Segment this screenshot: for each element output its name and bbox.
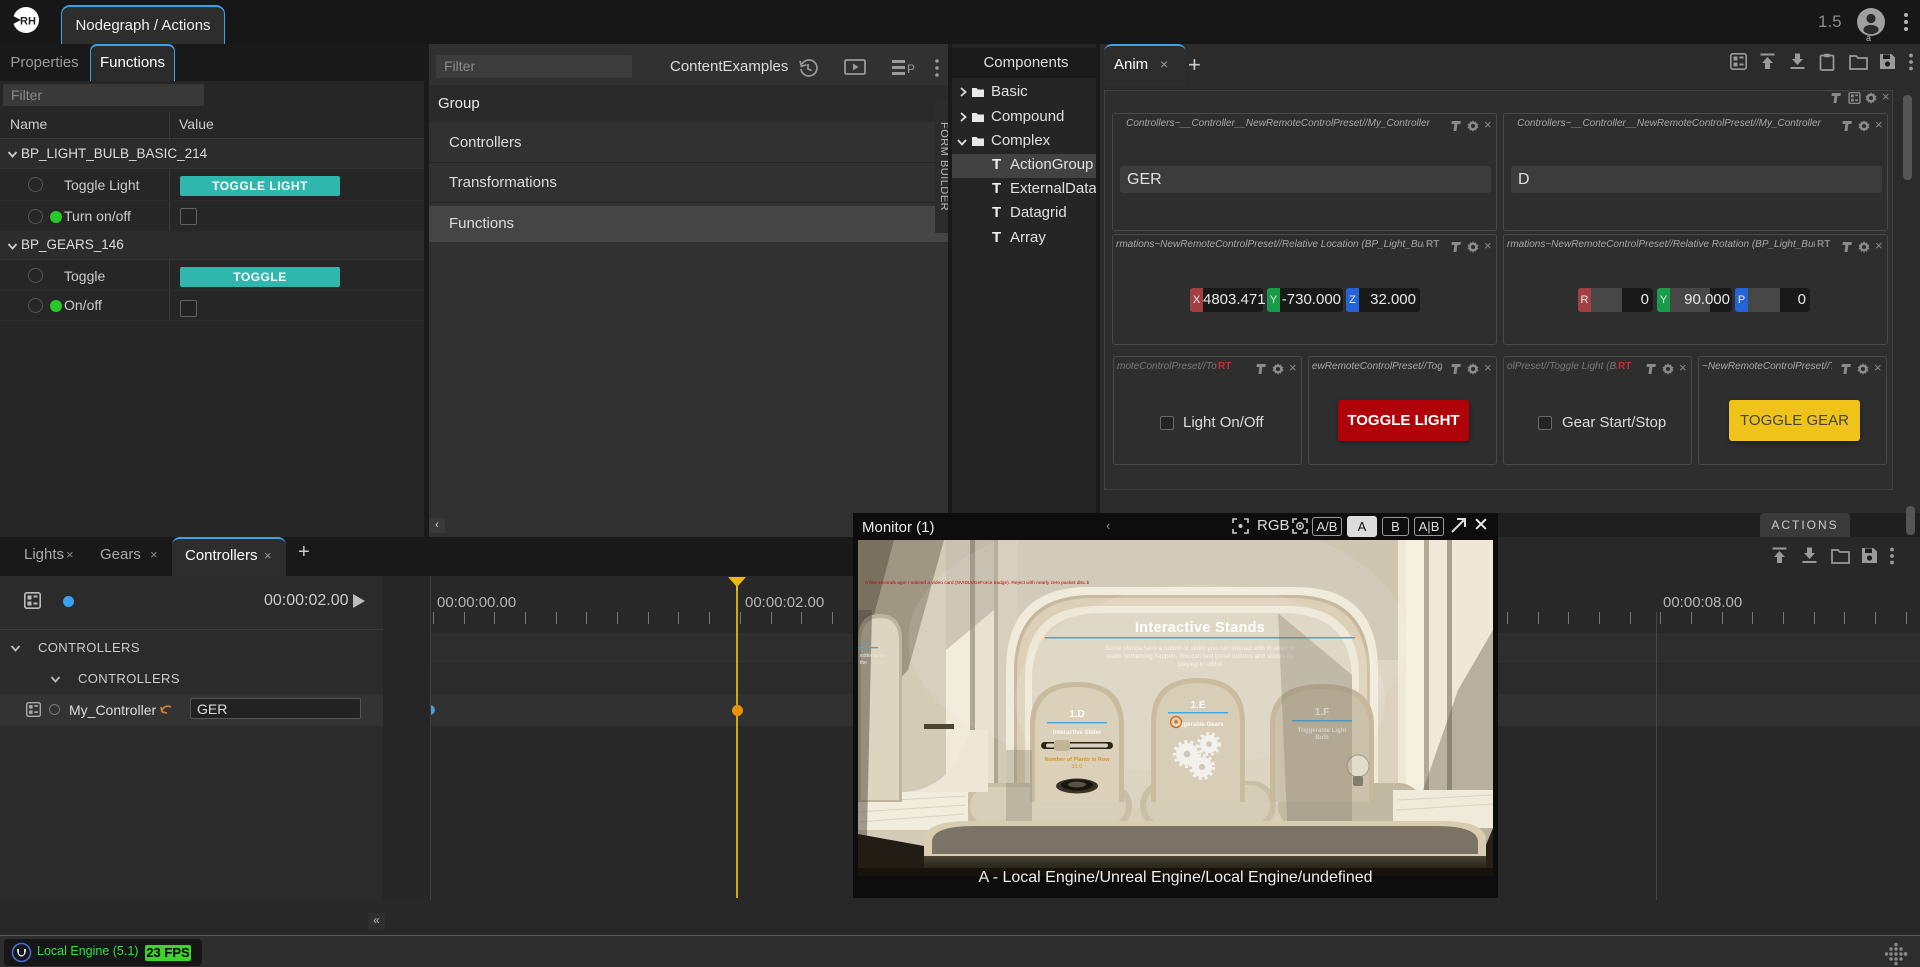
svg-text:A few seconds ago! I noticed a: A few seconds ago! I noticed a video car… bbox=[865, 580, 1090, 586]
svg-text:Interactive Stands: Interactive Stands bbox=[1135, 620, 1265, 636]
svg-text:editor to yo: editor to yo bbox=[860, 653, 885, 659]
svg-text:Number of Plants in Row: Number of Plants in Row bbox=[1044, 757, 1110, 763]
svg-text:playing in editor: playing in editor bbox=[1178, 661, 1222, 668]
svg-text:the: the bbox=[860, 660, 867, 666]
svg-text:1.D: 1.D bbox=[1069, 709, 1085, 720]
svg-text:P: P bbox=[907, 62, 915, 76]
svg-text:Some stands have a button or s: Some stands have a button or slider you … bbox=[1105, 645, 1296, 652]
svg-text:make something happen. You can: make something happen. You can test thes… bbox=[1107, 653, 1295, 660]
svg-text:1.E: 1.E bbox=[1190, 700, 1205, 711]
svg-text:RH: RH bbox=[20, 16, 36, 28]
svg-text:Interactive Slider: Interactive Slider bbox=[1053, 730, 1102, 736]
svg-text:31.0: 31.0 bbox=[1072, 764, 1083, 770]
